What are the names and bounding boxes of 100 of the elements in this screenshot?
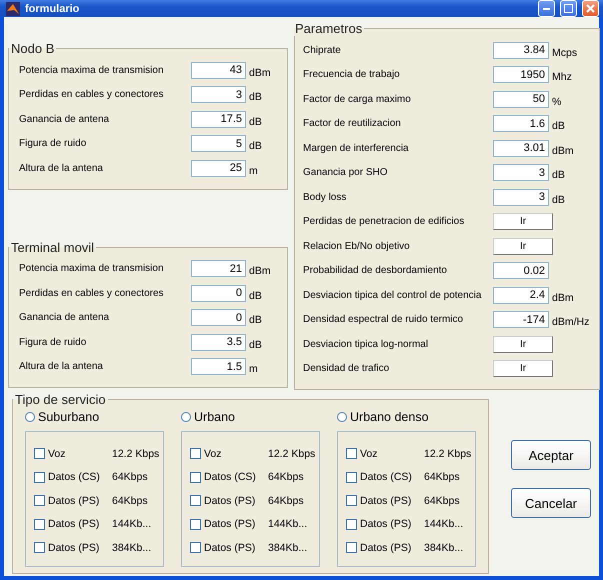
go-button[interactable]: Ir bbox=[493, 360, 553, 378]
radio-button[interactable] bbox=[25, 412, 35, 422]
value-field[interactable]: 1.5 bbox=[191, 358, 246, 376]
unit-label: dBm/Hz bbox=[552, 316, 590, 328]
field-label: Desviacion tipica del control de potencia bbox=[303, 290, 482, 301]
service-rate: 144Kb... bbox=[268, 518, 308, 530]
service-name: Datos (PS) bbox=[48, 518, 100, 530]
checkbox[interactable] bbox=[346, 472, 357, 483]
service-rate: 12.2 Kbps bbox=[112, 448, 160, 460]
unit-label: Mhz bbox=[552, 71, 572, 84]
value-field[interactable]: 25 bbox=[191, 160, 246, 177]
value-field[interactable]: 3.01 bbox=[493, 140, 549, 157]
field-label: Figura de ruido bbox=[19, 336, 88, 348]
value-field[interactable]: 3 bbox=[493, 188, 549, 206]
service-name: Datos (PS) bbox=[360, 494, 412, 507]
service-name: Datos (PS) bbox=[48, 542, 100, 554]
unit-label: m bbox=[249, 164, 258, 177]
service-name: Datos (CS) bbox=[204, 471, 257, 484]
value-field[interactable]: 0.02 bbox=[493, 262, 549, 280]
checkbox[interactable] bbox=[34, 542, 45, 554]
value-field[interactable]: 50 bbox=[493, 90, 549, 108]
go-button[interactable]: Ir bbox=[493, 336, 553, 353]
checkbox[interactable] bbox=[346, 495, 357, 506]
unit-label: dB bbox=[249, 314, 262, 326]
service-rate: 64Kbps bbox=[268, 494, 304, 507]
field-label: Factor de reutilizacion bbox=[303, 118, 402, 130]
value-field[interactable]: 17.5 bbox=[191, 110, 246, 128]
service-name: Voz bbox=[48, 448, 67, 460]
field-label: Perdidas en cables y conectores bbox=[19, 89, 165, 100]
unit-label: dB bbox=[249, 140, 262, 152]
checkbox[interactable] bbox=[190, 542, 201, 554]
value-field[interactable]: 2.4 bbox=[493, 286, 549, 304]
value-field[interactable]: 1950 bbox=[493, 66, 549, 84]
service-rate: 12.2 Kbps bbox=[268, 448, 316, 460]
service-rate: 64Kbps bbox=[112, 494, 148, 507]
unit-label: m bbox=[249, 363, 258, 376]
checkbox[interactable] bbox=[346, 448, 357, 460]
service-name: Datos (PS) bbox=[204, 542, 256, 554]
service-name: Datos (CS) bbox=[360, 471, 413, 484]
close-button[interactable] bbox=[582, 0, 599, 17]
radio-button[interactable] bbox=[337, 412, 347, 422]
dialog-button[interactable]: Aceptar bbox=[511, 440, 591, 470]
field-label: Altura de la antena bbox=[19, 361, 104, 372]
service-rate: 384Kb... bbox=[112, 542, 152, 554]
value-field[interactable]: 3 bbox=[493, 164, 549, 182]
value-field[interactable]: 43 bbox=[191, 62, 246, 79]
checkbox[interactable] bbox=[346, 518, 357, 530]
checkbox[interactable] bbox=[34, 472, 45, 483]
checkbox[interactable] bbox=[346, 542, 357, 554]
checkbox[interactable] bbox=[34, 448, 45, 460]
unit-label: % bbox=[552, 96, 562, 108]
service-rate: 144Kb... bbox=[112, 518, 152, 530]
value-field[interactable]: 0 bbox=[191, 284, 246, 302]
dialog-button[interactable]: Cancelar bbox=[511, 488, 591, 518]
service-rate: 384Kb... bbox=[268, 542, 308, 554]
field-label: Probabilidad de desbordamiento bbox=[303, 265, 448, 276]
value-field[interactable]: 21 bbox=[191, 260, 246, 278]
service-rate: 64Kbps bbox=[424, 494, 460, 507]
field-label: Densidad de trafico bbox=[303, 363, 390, 374]
value-field[interactable]: 3 bbox=[191, 86, 246, 104]
service-name: Datos (PS) bbox=[360, 542, 412, 554]
value-field[interactable]: 5 bbox=[191, 135, 246, 152]
value-field[interactable]: 3.5 bbox=[191, 334, 246, 351]
value-field[interactable]: -174 bbox=[493, 311, 549, 328]
value-field[interactable]: 0 bbox=[191, 309, 246, 326]
service-rate: 384Kb... bbox=[424, 542, 464, 554]
value-field[interactable]: 1.6 bbox=[493, 115, 549, 132]
field-label: Perdidas en cables y conectores bbox=[19, 288, 165, 299]
radio-label: Urbano denso bbox=[350, 410, 429, 424]
field-label: Frecuencia de trabajo bbox=[303, 69, 401, 80]
field-label: Potencia maxima de transmision bbox=[19, 263, 165, 274]
checkbox[interactable] bbox=[190, 495, 201, 506]
window-title: formulario bbox=[25, 2, 80, 14]
panel-title: Tipo de servicio bbox=[14, 392, 107, 407]
checkbox[interactable] bbox=[190, 472, 201, 483]
service-rate: 12.2 Kbps bbox=[424, 448, 472, 460]
maximize-icon bbox=[564, 4, 573, 13]
value-field[interactable]: 3.84 bbox=[493, 42, 549, 59]
checkbox[interactable] bbox=[34, 495, 45, 506]
service-name: Datos (CS) bbox=[48, 471, 101, 484]
minimize-icon bbox=[543, 8, 550, 10]
unit-label: dBm bbox=[552, 292, 574, 304]
unit-label: dB bbox=[249, 91, 262, 104]
field-label: Densidad espectral de ruido termico bbox=[303, 314, 464, 326]
maximize-button[interactable] bbox=[560, 0, 577, 17]
go-button[interactable]: Ir bbox=[493, 238, 553, 255]
unit-label: dB bbox=[552, 169, 565, 182]
panel-title: Terminal movil bbox=[10, 240, 96, 254]
service-name: Voz bbox=[204, 448, 223, 460]
minimize-button[interactable] bbox=[538, 0, 555, 17]
checkbox[interactable] bbox=[34, 518, 45, 530]
unit-label: dB bbox=[249, 290, 262, 302]
checkbox[interactable] bbox=[190, 448, 201, 460]
service-name: Datos (PS) bbox=[204, 494, 256, 507]
service-rate: 64Kbps bbox=[424, 471, 460, 484]
go-button[interactable]: Ir bbox=[493, 213, 553, 230]
checkbox[interactable] bbox=[190, 518, 201, 530]
radio-label: Suburbano bbox=[38, 410, 100, 424]
panel-title: Parametros bbox=[294, 21, 364, 36]
radio-button[interactable] bbox=[181, 412, 191, 422]
